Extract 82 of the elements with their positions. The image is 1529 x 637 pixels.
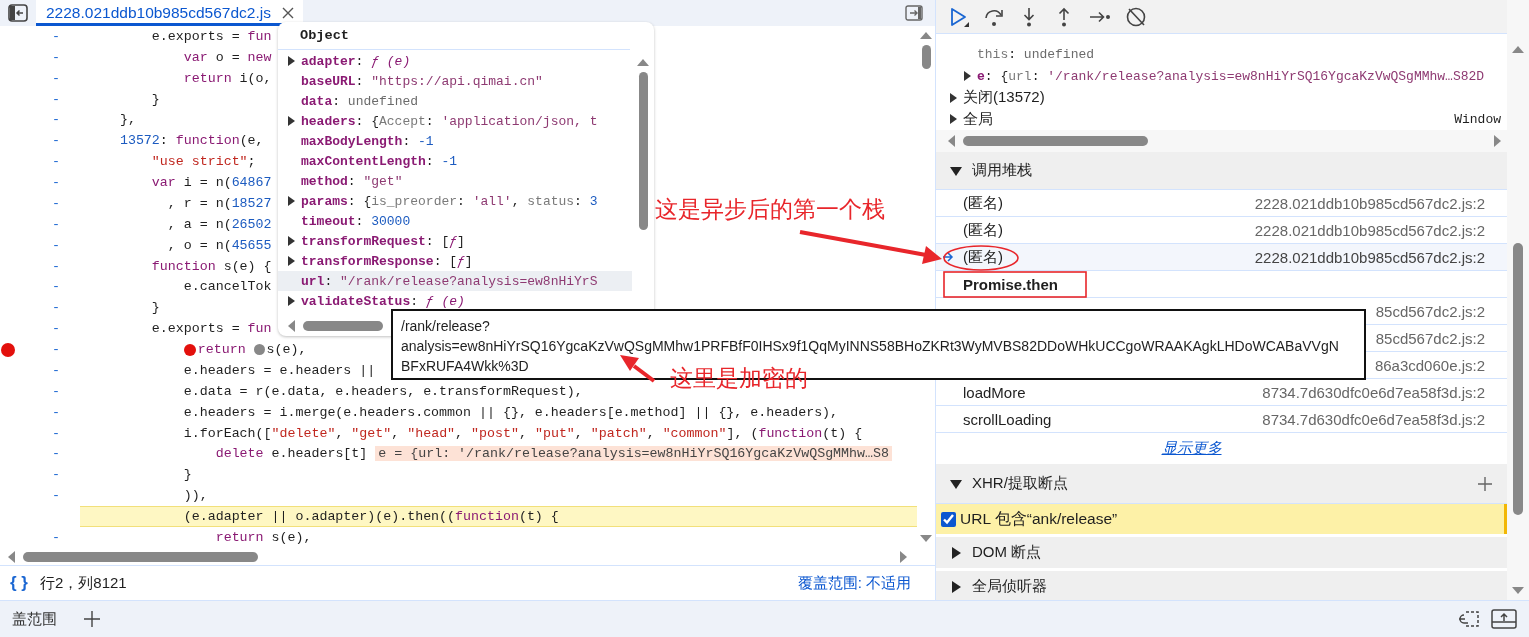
property-text: headers: {Accept: 'application/json, t xyxy=(301,113,598,129)
property-text: baseURL: "https://api.qimai.cn" xyxy=(301,73,543,89)
code-text: (e.adapter || o.adapter)(e).then((function(t) { xyxy=(182,509,559,525)
property-text: params: {is_preorder: 'all', status: 3 xyxy=(301,193,598,209)
code-text: delete e.headers[t] xyxy=(214,446,368,462)
code-text: return xyxy=(197,342,247,358)
property-text: transformRequest: [ƒ] xyxy=(301,233,465,249)
line-number: - xyxy=(51,362,61,378)
frame-name: scrollLoading xyxy=(963,410,1052,428)
code-text: }, xyxy=(118,112,136,128)
frame-name: (匿名) xyxy=(963,247,1003,267)
property-text: validateStatus: ƒ (e) xyxy=(301,293,465,309)
property-text: method: "get" xyxy=(301,173,403,189)
line-number: - xyxy=(51,404,61,420)
code-text: e.headers = i.merge(e.headers.common || {}, e.headers[e.method] || {}, e.headers), xyxy=(182,404,839,420)
code-text: "use strict"; xyxy=(150,154,256,170)
cursor-position: 行2，列8121 xyxy=(39,573,127,593)
property-text: data: undefined xyxy=(301,93,419,109)
breakpoint-label: URL 包含“ank/release” xyxy=(960,508,1118,529)
code-text: } xyxy=(182,467,192,483)
property-text: maxContentLength: -1 xyxy=(301,153,458,169)
line-number: - xyxy=(51,237,61,253)
code-text: e.data = r(e.data, e.headers, e.transformRequest), xyxy=(182,383,583,399)
inline-value: e = {url: '/rank/release?analysis=ew8nHiYrSQ16YgcaKzVwQSgMMhw…S8 xyxy=(375,446,892,462)
line-number: - xyxy=(51,91,61,107)
tooltip-text: /rank/release? xyxy=(401,317,490,336)
code-text: var o = new xyxy=(182,49,272,65)
code-text: s(e), xyxy=(266,342,307,358)
line-number: - xyxy=(51,383,61,399)
scope-value: Window xyxy=(1454,111,1501,127)
code-text: return s(e), xyxy=(214,529,312,545)
property-text: url: "/rank/release?analysis=ew8nHiYrS xyxy=(301,273,598,289)
tooltip-text: BFxRUFA4Wkk%3D xyxy=(401,357,529,376)
line-number: - xyxy=(51,175,61,191)
code-text: function s(e) { xyxy=(150,258,272,274)
property-text: timeout: 30000 xyxy=(301,213,411,229)
line-number: - xyxy=(51,321,61,337)
code-text: , o = n(45655 xyxy=(166,237,272,253)
line-number: - xyxy=(51,70,61,86)
code-text: e.headers = e.headers || xyxy=(182,362,376,378)
scope-label: 全局 xyxy=(963,109,993,129)
property-text: adapter: ƒ (e) xyxy=(301,53,411,69)
line-number: - xyxy=(51,28,61,44)
line-number: - xyxy=(51,300,61,316)
line-number: - xyxy=(51,488,61,504)
code-text: var i = n(64867 xyxy=(150,175,272,191)
frame-name: Promise.then xyxy=(963,275,1059,293)
line-number: - xyxy=(51,154,61,170)
line-number: - xyxy=(51,279,61,295)
frame-name: (匿名) xyxy=(963,193,1003,213)
line-number: - xyxy=(51,49,61,65)
code-text: i.forEach(["delete", "get", "head", "post", "put", "patch", "common"], (function(t) { xyxy=(182,425,863,441)
line-number: - xyxy=(51,529,61,545)
line-number: - xyxy=(51,112,61,128)
code-text: } xyxy=(150,91,160,107)
scope-variable: this: undefined xyxy=(977,47,1095,63)
property-text: maxBodyLength: -1 xyxy=(301,133,434,149)
code-text: 13572: function(e, xyxy=(118,133,264,149)
code-text: , a = n(26502 xyxy=(166,216,272,232)
line-number: - xyxy=(51,133,61,149)
line-number: - xyxy=(51,446,61,462)
line-number: - xyxy=(51,216,61,232)
code-text: )), xyxy=(182,488,208,504)
code-text: } xyxy=(150,300,160,316)
property-text: transformResponse: [ƒ] xyxy=(301,253,473,269)
frame-name: (匿名) xyxy=(963,220,1003,240)
scope-variable: e: {url: '/rank/release?analysis=ew8nHiYrSQ16YgcaKzVwQSgMMhw…S82D xyxy=(977,68,1485,84)
code-text: e.cancelTok xyxy=(182,279,272,295)
line-number: - xyxy=(51,258,61,274)
annotation-text: 这是异步后的第一个栈 xyxy=(655,195,885,224)
code-text: e.exports = fun xyxy=(150,28,272,44)
code-text: e.exports = fun xyxy=(150,321,272,337)
line-number: - xyxy=(51,467,61,483)
line-number: - xyxy=(51,342,61,358)
code-text: , r = n(18527 xyxy=(166,195,272,211)
frame-name: loadMore xyxy=(963,383,1026,401)
line-number: - xyxy=(51,425,61,441)
tooltip-text: analysis=ew8nHiYrSQ16YgcaKzVwQSgMMhw1PRFBfF0IHSx9f1QqMyINNS58BHoZKRt3WyMVBS82DDoWHkUCCgoWRAAKAgkLHDoWCABaVVgN xyxy=(401,337,1339,356)
line-number: - xyxy=(51,195,61,211)
code-text: return i(o, xyxy=(182,70,272,86)
popover-title: Object xyxy=(278,22,630,50)
scope-label: 关闭(13572) xyxy=(963,88,1045,108)
